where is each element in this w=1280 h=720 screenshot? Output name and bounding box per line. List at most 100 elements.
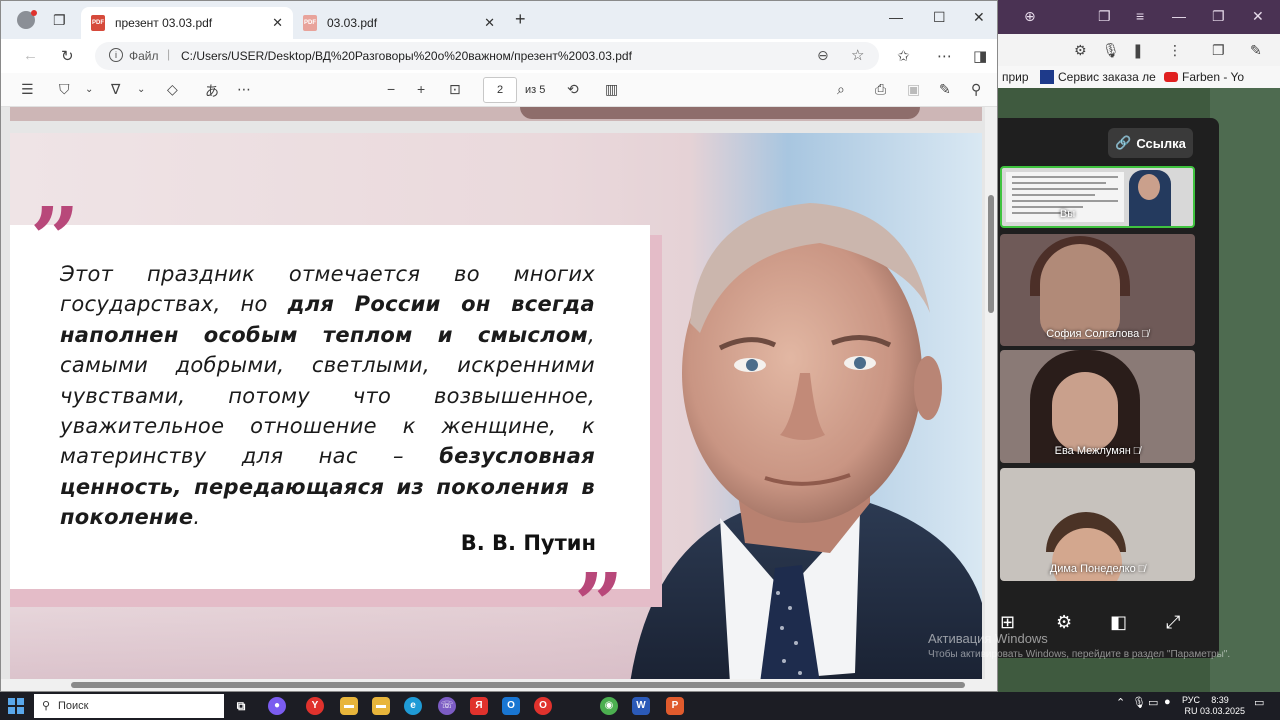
bookmark-icon[interactable]: ❚	[1132, 42, 1144, 59]
favorite-star-icon[interactable]: ☆	[851, 46, 864, 64]
info-icon[interactable]: i	[109, 48, 123, 62]
opera-icon[interactable]: O	[534, 697, 552, 715]
language-indicator[interactable]: РУС RU	[1182, 695, 1200, 717]
system-clock[interactable]: 8:39 03.03.2025	[1200, 695, 1245, 717]
zoom-icon[interactable]: ⊖	[817, 47, 829, 64]
tab-actions-icon[interactable]: ❐	[53, 12, 66, 29]
tab-pdf-2[interactable]: PDF 03.03.pdf ✕	[293, 7, 505, 39]
self-video-tile[interactable]: Вы	[1000, 166, 1195, 228]
bookmark-item[interactable]: Farben - Yo	[1182, 70, 1244, 84]
copy-icon[interactable]: ❐	[1212, 42, 1225, 59]
app-tray-icon[interactable]: ●	[1164, 696, 1171, 708]
fullscreen-icon[interactable]: ⤢	[1166, 612, 1180, 633]
close-window-icon[interactable]: ✕	[973, 9, 985, 26]
outlook-icon[interactable]: O	[502, 697, 520, 715]
background-tabbar: ⊕ ❐ ≡ — ❐ ✕	[998, 0, 1280, 34]
yandex-browser-icon[interactable]: Y	[306, 697, 324, 715]
viber-icon[interactable]: ☏	[438, 697, 456, 715]
rotate-icon[interactable]: ⟲	[567, 81, 579, 98]
pin-icon[interactable]: ⚲	[971, 81, 981, 98]
chevron-down-icon[interactable]: ⌄	[85, 84, 93, 95]
vertical-scroll-thumb[interactable]	[988, 195, 994, 313]
sidebar-icon[interactable]: ◨	[973, 47, 987, 65]
zoom-in-icon[interactable]: +	[417, 81, 425, 97]
maximize-icon[interactable]: ☐	[933, 9, 946, 26]
taskbar-search[interactable]: ⚲ Поиск	[34, 694, 224, 718]
tab-title: презент 03.03.pdf	[115, 16, 213, 30]
participant-name: София Солгалова	[1046, 328, 1140, 340]
draw-icon[interactable]: ∇	[111, 81, 120, 98]
pdf-file-icon: PDF	[303, 15, 317, 31]
grid-view-icon[interactable]: ⊞	[1000, 612, 1015, 633]
close-icon[interactable]: ✕	[1252, 8, 1264, 25]
more-icon[interactable]: ⋯	[937, 47, 952, 65]
language-sub-label: RU	[1184, 706, 1198, 716]
chevron-down-icon[interactable]: ⌄	[137, 84, 145, 95]
close-tab-icon[interactable]: ✕	[484, 15, 495, 31]
tray-chevron-icon[interactable]: ⌃	[1116, 696, 1125, 709]
more-icon[interactable]: ⋯	[237, 81, 251, 98]
fit-page-icon[interactable]: ⊡	[449, 81, 461, 98]
puzzle-icon[interactable]: ✎	[1250, 42, 1262, 59]
minimize-icon[interactable]: —	[1172, 8, 1186, 24]
participant-tile[interactable]: София Солгалова 🎙̸	[1000, 234, 1195, 346]
battery-icon[interactable]: ▭	[1148, 696, 1158, 709]
back-icon[interactable]: ←	[23, 47, 38, 64]
task-view-icon[interactable]: ⧉	[232, 697, 250, 715]
microphone-icon[interactable]: 🎙	[1102, 42, 1120, 59]
layout-icon[interactable]: ◧	[1110, 612, 1127, 633]
chrome-icon[interactable]: ◉	[600, 697, 618, 715]
participant-tile[interactable]: Дима Понеделко 🎙̸	[1000, 468, 1195, 581]
url-field[interactable]: i Файл | C:/Users/USER/Desktop/ВД%20Разг…	[95, 42, 879, 70]
favorites-icon[interactable]: ✩	[897, 47, 910, 65]
folder-icon[interactable]: ▬	[372, 697, 390, 715]
save-icon[interactable]: ▣	[907, 81, 920, 98]
powerpoint-icon[interactable]: P	[666, 697, 684, 715]
new-tab-icon[interactable]: +	[515, 9, 526, 30]
url-text[interactable]: C:/Users/USER/Desktop/ВД%20Разговоры%20о…	[181, 49, 632, 63]
background-page-sidebar	[1210, 88, 1280, 692]
page-number-input[interactable]: 2	[483, 77, 517, 103]
close-tab-icon[interactable]: ✕	[272, 15, 283, 31]
settings-icon[interactable]: ⚙	[1056, 612, 1072, 633]
taskbar: ⚲ Поиск ⧉ ● Y ▬ ▬ e ☏ Я O O ◉ W P ⌃ 🎙 ▭ …	[0, 692, 1280, 720]
more-icon[interactable]: ⋮	[1168, 42, 1182, 59]
search-icon[interactable]: ⌕	[837, 81, 845, 98]
horizontal-scroll-thumb[interactable]	[71, 682, 965, 688]
copy-link-button[interactable]: 🔗 Ссылка	[1108, 128, 1193, 158]
microphone-tray-icon[interactable]: 🎙	[1132, 696, 1146, 709]
notifications-icon[interactable]: ▭	[1254, 696, 1264, 709]
edge-browser-icon[interactable]: e	[404, 697, 422, 715]
contents-icon[interactable]: ☰	[21, 81, 34, 98]
clock-time: 8:39	[1211, 695, 1229, 705]
bookmark-item[interactable]: прир	[1002, 70, 1029, 84]
print-icon[interactable]: ⎙	[875, 81, 886, 98]
quote-part: .	[193, 505, 201, 530]
highlight-icon[interactable]: ⛉	[59, 81, 70, 98]
yandex-icon[interactable]: Я	[470, 697, 488, 715]
word-icon[interactable]: W	[632, 697, 650, 715]
refresh-icon[interactable]: ↻	[61, 47, 74, 65]
tab-present-pdf[interactable]: PDF презент 03.03.pdf ✕	[81, 7, 293, 39]
menu-icon[interactable]: ≡	[1136, 8, 1144, 24]
extension-icon[interactable]: ⚙	[1074, 42, 1087, 59]
vertical-scrollbar[interactable]	[985, 107, 997, 683]
read-aloud-icon[interactable]: あ	[205, 81, 219, 101]
minimize-icon[interactable]: —	[889, 9, 903, 25]
file-explorer-icon[interactable]: ▬	[340, 697, 358, 715]
alice-app-icon[interactable]: ●	[268, 697, 286, 715]
collections-icon[interactable]: ❐	[1098, 8, 1111, 25]
pdf-viewer[interactable]: ” Этот праздник отмечается во многих гос…	[1, 107, 997, 691]
new-tab-icon[interactable]: ⊕	[1024, 8, 1036, 25]
page-view-icon[interactable]: ▥	[605, 81, 618, 98]
notification-dot-icon	[31, 10, 37, 16]
horizontal-scrollbar[interactable]	[1, 679, 997, 691]
participant-tile[interactable]: Ева Межлумян 🎙̸	[1000, 350, 1195, 463]
start-button[interactable]	[8, 698, 24, 714]
restore-icon[interactable]: ❐	[1212, 8, 1225, 25]
zoom-out-icon[interactable]: −	[387, 81, 395, 97]
save-as-icon[interactable]: ✎	[939, 81, 951, 98]
participant-name: Ева Межлумян	[1054, 445, 1131, 457]
eraser-icon[interactable]: ◇	[167, 81, 178, 98]
bookmark-item[interactable]: Сервис заказа ле	[1058, 70, 1156, 84]
